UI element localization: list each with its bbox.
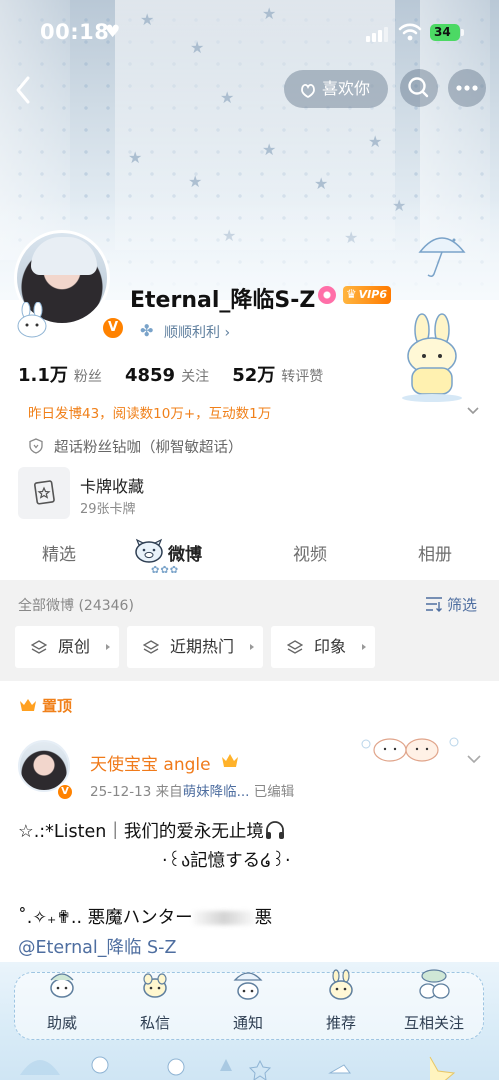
tab-active-indicator: ✿✿✿ xyxy=(151,565,180,576)
tab-album[interactable]: 相册 xyxy=(418,540,452,565)
super-topic-link[interactable]: 超话粉丝钻咖（柳智敏超话） xyxy=(28,436,243,457)
search-icon xyxy=(408,77,429,98)
clover-icon: ✤ xyxy=(140,321,154,340)
more-icon xyxy=(456,85,478,91)
super-topic-label: 超话粉丝钻咖（柳智敏超话） xyxy=(54,440,243,456)
tab-weibo[interactable]: 微博 xyxy=(168,540,202,565)
notification-icon xyxy=(233,972,263,1000)
post-source[interactable]: 萌妹降临... xyxy=(183,784,250,800)
card-collection-count: 29张卡牌 xyxy=(80,502,136,517)
post-text-line: ·꒰ა記憶する໒꒱· xyxy=(162,851,291,871)
umbrella-sticker xyxy=(418,237,466,278)
profile-stats: 1.1万 粉丝 4859 关注 52万 转评赞 xyxy=(18,361,341,387)
lollipop-badge-icon[interactable] xyxy=(318,286,336,304)
mutual-follow-icon xyxy=(419,969,450,999)
post-author-name[interactable]: 天使宝宝 angle xyxy=(90,750,211,775)
animal-sticker-card xyxy=(361,737,459,762)
stat-following[interactable]: 4859 关注 xyxy=(125,365,209,386)
recommend-icon xyxy=(329,969,353,1000)
daily-summary: 昨日发博43，阅读数10万+，互动数1万 xyxy=(28,406,272,422)
message-icon xyxy=(143,973,167,998)
bottom-label: 通知 xyxy=(232,1014,263,1032)
tab-featured[interactable]: 精选 xyxy=(42,540,76,565)
chip-original[interactable]: 原创 xyxy=(15,626,119,668)
bunny-sticker xyxy=(17,302,47,338)
layers-icon xyxy=(287,640,303,654)
stat-label: 关注 xyxy=(181,369,210,385)
pinned-label: 置顶 xyxy=(42,697,73,715)
bottom-recommend-button[interactable]: 推荐 xyxy=(301,968,381,1033)
like-you-label: 喜欢你 xyxy=(322,79,371,98)
like-you-button[interactable]: 喜欢你 xyxy=(284,70,388,108)
post-mention-link[interactable]: @Eternal_降临 S-Z xyxy=(18,934,176,959)
post-text: 悪 xyxy=(254,908,273,928)
layers-icon xyxy=(143,640,159,654)
blurred-text xyxy=(192,911,255,925)
bottom-message-button[interactable]: 私信 xyxy=(115,968,195,1033)
lucky-label: 顺顺利利 xyxy=(164,325,220,341)
bunny-raincoat-sticker xyxy=(402,313,462,402)
stat-label: 转评赞 xyxy=(281,369,324,385)
pig-icon xyxy=(135,538,163,563)
search-button[interactable] xyxy=(400,69,438,107)
back-icon[interactable] xyxy=(10,72,38,108)
chevron-down-icon[interactable] xyxy=(466,752,482,766)
cheer-icon xyxy=(50,973,74,998)
chip-label: 原创 xyxy=(58,637,91,656)
card-collection-tile[interactable] xyxy=(18,467,70,519)
tab-video[interactable]: 视频 xyxy=(293,540,327,565)
post-text-line: ˚.✧₊✟.. 悪魔ハンター 悪 xyxy=(18,904,272,929)
card-collection-title[interactable]: 卡牌收藏 xyxy=(80,473,144,497)
stat-value: 52万 xyxy=(232,365,276,386)
chip-label: 近期热门 xyxy=(170,637,235,656)
headphones-icon xyxy=(265,821,284,839)
bottom-label: 推荐 xyxy=(325,1014,356,1032)
verified-badge: V xyxy=(56,783,74,801)
crown-badge-icon xyxy=(222,754,238,767)
bottom-notify-button[interactable]: 通知 xyxy=(208,968,288,1033)
chip-recent-hot[interactable]: 近期热门 xyxy=(127,626,263,668)
post-text-line: ☆.:*Listen｜我们的爱永无止境 xyxy=(18,818,286,843)
verified-badge: V xyxy=(101,316,125,340)
filter-button[interactable]: 筛选 xyxy=(425,594,477,615)
stat-fans[interactable]: 1.1万 粉丝 xyxy=(18,361,102,387)
stat-value: 4859 xyxy=(124,365,176,386)
bottom-mutual-follow-button[interactable]: 互相关注 xyxy=(394,968,474,1033)
post-text: ☆.:*Listen｜我们的爱永无止境 xyxy=(18,822,264,842)
post-source-prefix: 来自 xyxy=(155,784,183,800)
bottom-cheer-button[interactable]: 助威 xyxy=(22,968,102,1033)
stat-label: 粉丝 xyxy=(73,369,102,385)
stat-value: 1.1万 xyxy=(18,365,68,386)
post-date: 25-12-13 xyxy=(90,784,152,800)
hand-heart-icon xyxy=(301,83,315,99)
post-text: ˚.✧₊✟.. 悪魔ハンター xyxy=(18,908,193,928)
bottom-decoration xyxy=(20,1056,456,1080)
post-edited: 已编辑 xyxy=(253,784,295,800)
lucky-link[interactable]: 顺顺利利 › xyxy=(164,322,230,342)
filter-label: 筛选 xyxy=(447,596,478,614)
bottom-label: 私信 xyxy=(139,1014,170,1032)
stat-reposts[interactable]: 52万 转评赞 xyxy=(232,361,323,387)
crown-icon: ♛ xyxy=(346,287,357,301)
crown-icon xyxy=(20,699,36,711)
profile-avatar[interactable]: V xyxy=(14,230,125,340)
more-button[interactable] xyxy=(448,69,486,107)
profile-username: Eternal_降临S-Z xyxy=(130,288,316,313)
bottom-label: 助威 xyxy=(46,1014,77,1032)
vip-level: VIP6 xyxy=(358,288,387,301)
layers-icon xyxy=(31,640,47,654)
bottom-label: 互相关注 xyxy=(403,1014,464,1032)
chip-label: 印象 xyxy=(314,637,347,656)
chevron-down-icon[interactable] xyxy=(465,402,481,418)
chip-impression[interactable]: 印象 xyxy=(271,626,375,668)
card-icon xyxy=(34,480,55,505)
post-meta: 25-12-13 来自萌妹降临... 已编辑 xyxy=(90,780,294,800)
all-weibo-count: 全部微博 (24346) xyxy=(18,598,134,614)
vip-badge[interactable]: ♛ VIP6 xyxy=(343,286,391,304)
